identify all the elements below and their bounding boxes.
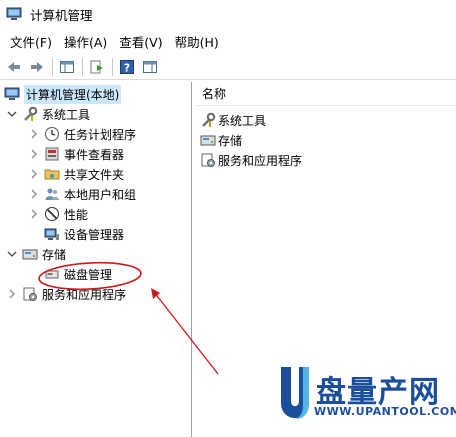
- back-button[interactable]: [4, 57, 24, 77]
- tree-item-event-viewer[interactable]: 事件查看器: [28, 144, 124, 164]
- tree-item-label: 磁盘管理: [64, 267, 113, 282]
- chevron-right-icon[interactable]: [28, 168, 40, 180]
- tree-item-system-tools[interactable]: 系统工具: [6, 104, 90, 124]
- tree-item-label: 计算机管理(本地): [24, 84, 122, 104]
- tree-item-performance[interactable]: 性能: [28, 204, 88, 224]
- toolbar-separator: [52, 57, 53, 76]
- storage-icon: [22, 246, 38, 262]
- back-icon: [8, 61, 20, 72]
- clock-icon: [44, 126, 60, 142]
- menu-help[interactable]: 帮助(H): [169, 32, 225, 51]
- menu-file[interactable]: 文件(F): [4, 32, 58, 51]
- help-button[interactable]: ?: [117, 57, 137, 77]
- users-icon: [44, 186, 60, 202]
- menu-view[interactable]: 查看(V): [113, 32, 168, 51]
- export-list-icon: [90, 60, 103, 73]
- u-logo-icon: [281, 367, 309, 419]
- tree-item-shared-folders[interactable]: 共享文件夹: [28, 164, 124, 184]
- svg-text:?: ?: [124, 61, 130, 74]
- action-pane-icon: [143, 60, 157, 73]
- storage-icon: [200, 132, 216, 148]
- tree-item-storage[interactable]: 存储: [6, 244, 66, 264]
- tree-item-services-apps[interactable]: 服务和应用程序: [6, 284, 126, 304]
- services-icon: [200, 152, 216, 168]
- tree-item-label: 事件查看器: [64, 147, 125, 162]
- list-item-label: 存储: [218, 133, 243, 148]
- column-header-name[interactable]: 名称: [196, 82, 456, 106]
- menu-action[interactable]: 操作(A): [58, 32, 113, 51]
- window-title: 计算机管理: [30, 7, 93, 23]
- forward-icon: [31, 61, 43, 72]
- tree-item-label: 服务和应用程序: [42, 287, 127, 302]
- show-hide-tree-button[interactable]: [57, 57, 77, 77]
- watermark-url: WWW.UPANTOOL.COM: [314, 405, 456, 418]
- tree-item-disk-management[interactable]: 磁盘管理: [44, 264, 112, 284]
- computer-management-icon: [4, 86, 20, 102]
- shared-folder-icon: [44, 166, 60, 182]
- tree-item-device-manager[interactable]: 设备管理器: [44, 224, 124, 244]
- event-viewer-icon: [44, 146, 60, 162]
- tree-item-label: 共享文件夹: [64, 167, 125, 182]
- toolbar-separator: [112, 57, 113, 76]
- show-hide-tree-icon: [60, 60, 74, 73]
- chevron-right-icon[interactable]: [28, 208, 40, 220]
- toolbar: ?: [0, 54, 456, 80]
- tree-item-label: 系统工具: [42, 107, 91, 122]
- toolbar-separator: [82, 57, 83, 76]
- list-item[interactable]: 存储: [200, 130, 242, 150]
- computer-management-icon: [6, 7, 22, 20]
- console-tree[interactable]: 计算机管理(本地) 系统工具 任务计划程序 事件查看器 共享文件夹 本地用户和组…: [0, 82, 192, 437]
- chevron-down-icon[interactable]: [6, 248, 18, 260]
- tree-item-task-scheduler[interactable]: 任务计划程序: [28, 124, 136, 144]
- export-list-button[interactable]: [87, 57, 107, 77]
- tree-item-label: 任务计划程序: [64, 127, 137, 142]
- tree-item-label: 设备管理器: [64, 227, 125, 242]
- chevron-right-icon[interactable]: [28, 188, 40, 200]
- list-item-label: 系统工具: [218, 113, 267, 128]
- menu-bar: 文件(F) 操作(A) 查看(V) 帮助(H): [0, 30, 456, 52]
- list-item-label: 服务和应用程序: [218, 153, 303, 168]
- forward-button[interactable]: [27, 57, 47, 77]
- tree-item-label: 存储: [42, 247, 67, 262]
- tools-icon: [22, 106, 38, 122]
- action-pane-button[interactable]: [140, 57, 160, 77]
- chevron-down-icon[interactable]: [6, 108, 18, 120]
- tools-icon: [200, 112, 216, 128]
- chevron-right-icon[interactable]: [6, 288, 18, 300]
- tree-item-root[interactable]: 计算机管理(本地): [4, 84, 122, 104]
- title-bar: 计算机管理: [0, 0, 456, 28]
- services-icon: [22, 286, 38, 302]
- tree-item-label: 性能: [64, 207, 89, 222]
- tree-item-local-users[interactable]: 本地用户和组: [28, 184, 136, 204]
- list-item[interactable]: 服务和应用程序: [200, 150, 302, 170]
- watermark-logo: 盘量产网 WWW.UPANTOOL.COM: [276, 365, 456, 429]
- list-item[interactable]: 系统工具: [200, 110, 266, 130]
- device-manager-icon: [44, 226, 60, 242]
- column-header-label: 名称: [202, 87, 227, 101]
- performance-icon: [44, 206, 60, 222]
- disk-management-icon: [44, 266, 60, 282]
- help-icon: ?: [120, 59, 134, 74]
- chevron-right-icon[interactable]: [28, 128, 40, 140]
- tree-item-label: 本地用户和组: [64, 187, 137, 202]
- chevron-right-icon[interactable]: [28, 148, 40, 160]
